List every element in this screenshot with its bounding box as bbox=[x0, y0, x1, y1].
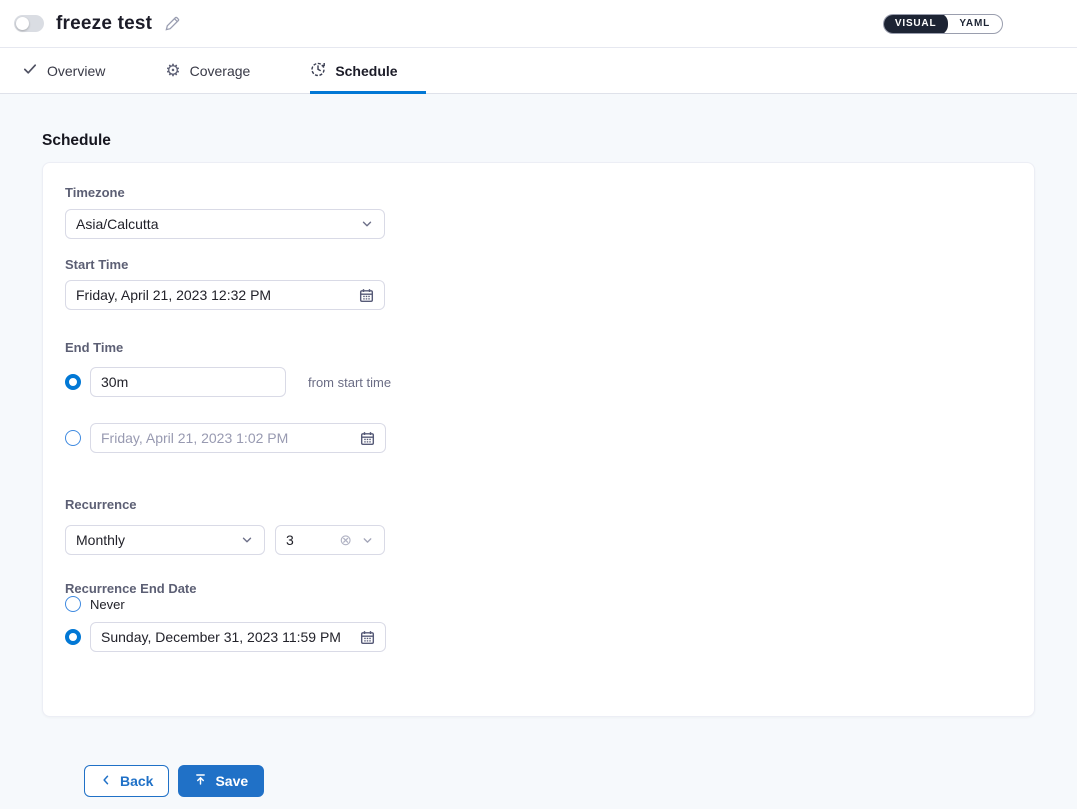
schedule-clock-icon bbox=[310, 61, 326, 80]
recurrence-type-select[interactable]: Monthly bbox=[65, 525, 265, 555]
timezone-select[interactable]: Asia/Calcutta bbox=[65, 209, 385, 239]
duration-radio[interactable] bbox=[65, 374, 81, 390]
start-time-input[interactable] bbox=[76, 287, 359, 303]
calendar-icon[interactable] bbox=[360, 630, 375, 645]
check-icon bbox=[22, 61, 38, 80]
back-button[interactable]: Back bbox=[84, 765, 169, 797]
recurrence-end-date-option bbox=[65, 622, 1012, 652]
timezone-label: Timezone bbox=[65, 185, 1012, 200]
visual-mode-button[interactable]: VISUAL bbox=[883, 14, 948, 34]
schedule-page: freeze test VISUAL YAML Overview ⚙ Cover… bbox=[0, 0, 1077, 809]
never-label: Never bbox=[90, 597, 125, 612]
save-button[interactable]: Save bbox=[178, 765, 264, 797]
save-label: Save bbox=[215, 773, 248, 789]
end-time-duration-option: from start time bbox=[65, 367, 1012, 397]
back-label: Back bbox=[120, 773, 153, 789]
end-date-field bbox=[90, 423, 386, 453]
tab-coverage[interactable]: ⚙ Coverage bbox=[165, 48, 264, 93]
tab-label: Schedule bbox=[335, 63, 397, 79]
timezone-value: Asia/Calcutta bbox=[76, 216, 158, 232]
chevron-down-icon bbox=[360, 217, 374, 231]
page-title: freeze test bbox=[56, 13, 152, 35]
recurrence-end-date-input[interactable] bbox=[101, 629, 360, 645]
recurrence-label: Recurrence bbox=[65, 497, 1012, 512]
clear-icon[interactable]: ⊗ bbox=[339, 533, 352, 548]
duration-field bbox=[90, 367, 286, 397]
tab-label: Overview bbox=[47, 63, 105, 79]
recurrence-count-combobox: ⊗ bbox=[275, 525, 385, 555]
footer-actions: Back Save bbox=[42, 717, 1035, 797]
schedule-form-card: Timezone Asia/Calcutta Start Time End Ti… bbox=[42, 162, 1035, 717]
visual-yaml-toggle: VISUAL YAML bbox=[883, 14, 1003, 34]
gear-icon: ⚙ bbox=[165, 62, 180, 79]
recurrence-end-never-option: Never bbox=[65, 596, 1012, 612]
start-time-field bbox=[65, 280, 385, 310]
toggle-knob bbox=[16, 17, 29, 30]
section-heading: Schedule bbox=[42, 132, 1035, 150]
end-date-radio[interactable] bbox=[65, 430, 81, 446]
tab-bar: Overview ⚙ Coverage Schedule bbox=[0, 48, 1077, 94]
page-header: freeze test VISUAL YAML bbox=[0, 0, 1077, 48]
yaml-mode-button[interactable]: YAML bbox=[947, 14, 1002, 34]
recurrence-row: Monthly ⊗ bbox=[65, 525, 1012, 555]
recurrence-end-date-radio[interactable] bbox=[65, 629, 81, 645]
chevron-down-icon[interactable] bbox=[361, 534, 374, 547]
main-content: Schedule Timezone Asia/Calcutta Start Ti… bbox=[0, 94, 1077, 797]
edit-pencil-icon[interactable] bbox=[164, 15, 181, 32]
tab-overview[interactable]: Overview bbox=[22, 48, 119, 93]
duration-input[interactable] bbox=[101, 374, 275, 390]
recurrence-end-date-field bbox=[90, 622, 386, 652]
tab-schedule[interactable]: Schedule bbox=[310, 48, 411, 93]
calendar-icon[interactable] bbox=[359, 288, 374, 303]
end-time-label: End Time bbox=[65, 340, 1012, 355]
recurrence-end-label: Recurrence End Date bbox=[65, 581, 1012, 596]
start-time-label: Start Time bbox=[65, 257, 1012, 272]
calendar-icon[interactable] bbox=[360, 431, 375, 446]
chevron-down-icon bbox=[240, 533, 254, 547]
upload-arrow-icon bbox=[194, 773, 207, 789]
end-time-date-option bbox=[65, 423, 1012, 453]
recurrence-type-value: Monthly bbox=[76, 532, 125, 548]
duration-suffix: from start time bbox=[308, 375, 391, 390]
recurrence-count-input[interactable] bbox=[286, 532, 339, 548]
end-date-input[interactable] bbox=[101, 430, 360, 446]
never-radio[interactable] bbox=[65, 596, 81, 612]
freeze-enable-toggle[interactable] bbox=[14, 15, 44, 32]
tab-label: Coverage bbox=[190, 63, 251, 79]
chevron-left-icon bbox=[100, 773, 112, 789]
